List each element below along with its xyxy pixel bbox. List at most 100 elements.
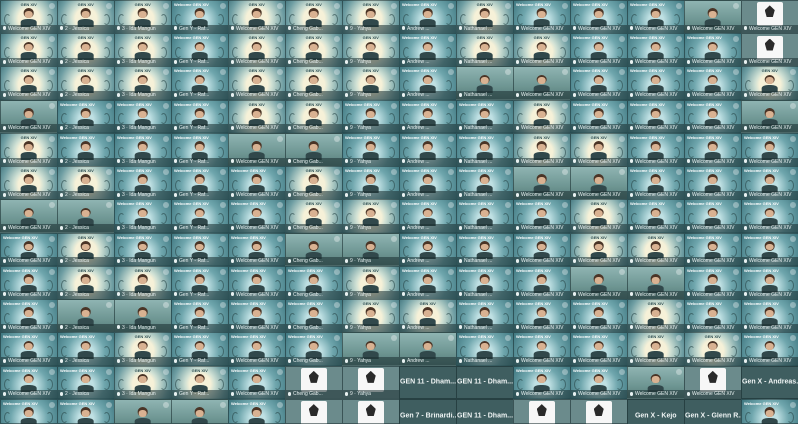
more-options-icon[interactable] (390, 169, 397, 176)
more-options-icon[interactable] (504, 169, 511, 176)
participant-tile[interactable]: GEN XIV Welcome GEN XIV (627, 299, 685, 333)
participant-tile[interactable]: Welcome GEN XIV (228, 132, 286, 167)
participant-tile[interactable]: Welcome GEN XIV (570, 398, 628, 424)
participant-tile[interactable]: Welcome GEN XIVWelcome GEN XIV (627, 166, 685, 200)
participant-tile[interactable]: GEN XIV Welcome GEN XIV (0, 33, 58, 67)
more-options-icon[interactable] (618, 69, 625, 76)
participant-tile[interactable]: Welcome GEN XIVWelcome GEN XIV (627, 33, 685, 67)
participant-tile[interactable]: Welcome GEN XIV (684, 0, 742, 34)
more-options-icon[interactable] (789, 401, 796, 408)
more-options-icon[interactable] (390, 268, 397, 275)
more-options-icon[interactable] (390, 102, 397, 109)
participant-tile[interactable]: Gen X - Kejo (627, 398, 685, 424)
more-options-icon[interactable] (105, 401, 112, 408)
participant-tile[interactable]: Welcome GEN XIV (741, 33, 798, 67)
participant-tile[interactable]: Welcome GEN XIV Andrew ... (399, 132, 457, 167)
more-options-icon[interactable] (789, 135, 796, 142)
participant-tile[interactable]: Welcome GEN XIVWelcome GEN XIV (627, 99, 685, 134)
more-options-icon[interactable] (732, 268, 739, 275)
more-options-icon[interactable] (789, 235, 796, 242)
participant-tile[interactable]: GEN XIV Cheng Gab... (285, 66, 343, 101)
participant-tile[interactable]: Welcome GEN XIVWelcome GEN XIV (627, 199, 685, 234)
participant-tile[interactable]: Welcome GEN XIV (513, 166, 571, 200)
participant-tile[interactable]: Welcome GEN XIVWelcome GEN XIV (228, 365, 286, 400)
participant-tile[interactable]: GEN XIV Welcome GEN XIV (627, 332, 685, 367)
participant-tile[interactable]: GEN XIV Andrew ... (399, 299, 457, 333)
participant-tile[interactable]: Welcome GEN XIVWelcome GEN XIV (513, 232, 571, 267)
participant-tile[interactable]: Welcome GEN XIV (513, 66, 571, 101)
more-options-icon[interactable] (504, 335, 511, 342)
more-options-icon[interactable] (162, 268, 169, 275)
participant-tile[interactable]: GEN XIV Cheng Gab... (285, 33, 343, 67)
more-options-icon[interactable] (276, 202, 283, 209)
participant-tile[interactable]: Gen Y - Raf... (171, 398, 229, 424)
more-options-icon[interactable] (219, 268, 226, 275)
participant-tile[interactable]: Welcome GEN XIV Andrew ... (399, 0, 457, 34)
participant-tile[interactable]: Cheng Gab... (285, 132, 343, 167)
more-options-icon[interactable] (276, 335, 283, 342)
more-options-icon[interactable] (105, 235, 112, 242)
more-options-icon[interactable] (504, 3, 511, 9)
more-options-icon[interactable] (276, 135, 283, 142)
more-options-icon[interactable] (219, 368, 226, 375)
more-options-icon[interactable] (789, 202, 796, 209)
more-options-icon[interactable] (618, 169, 625, 176)
participant-tile[interactable]: Welcome GEN XIV Nathanael ... (456, 166, 514, 200)
participant-tile[interactable]: Andrew ... (399, 332, 457, 367)
more-options-icon[interactable] (618, 235, 625, 242)
more-options-icon[interactable] (732, 36, 739, 43)
participant-tile[interactable]: GEN XIV Cheng Gab... (285, 199, 343, 234)
participant-tile[interactable]: Cheng Gab... (285, 365, 343, 400)
more-options-icon[interactable] (504, 302, 511, 309)
participant-tile[interactable]: Welcome GEN XIV (570, 166, 628, 200)
participant-tile[interactable]: Welcome GEN XIVWelcome GEN XIV (684, 66, 742, 101)
more-options-icon[interactable] (675, 36, 682, 43)
participant-tile[interactable]: GEN XIV Nathanael ... (456, 33, 514, 67)
more-options-icon[interactable] (447, 302, 454, 309)
participant-tile[interactable]: Welcome GEN XIV Cheng Gab... (285, 299, 343, 333)
more-options-icon[interactable] (732, 202, 739, 209)
more-options-icon[interactable] (561, 102, 568, 109)
participant-tile[interactable]: Welcome GEN XIV Andrew ... (399, 33, 457, 67)
participant-tile[interactable]: Welcome GEN XIVWelcome GEN XIV (741, 166, 798, 200)
participant-tile[interactable]: GEN XIV Welcome GEN XIV (684, 332, 742, 367)
more-options-icon[interactable] (675, 335, 682, 342)
participant-tile[interactable]: Welcome GEN XIV Cheng Gab... (285, 265, 343, 300)
more-options-icon[interactable] (48, 335, 55, 342)
participant-tile[interactable]: Welcome GEN XIVWelcome GEN XIV (0, 232, 58, 267)
more-options-icon[interactable] (48, 302, 55, 309)
more-options-icon[interactable] (447, 202, 454, 209)
participant-tile[interactable]: Welcome GEN XIVWelcome GEN XIV (0, 398, 58, 424)
participant-tile[interactable]: Welcome GEN XIVWelcome GEN XIV (627, 132, 685, 167)
more-options-icon[interactable] (504, 69, 511, 76)
participant-tile[interactable]: Gen 7 - Brinardi... (399, 398, 457, 424)
more-options-icon[interactable] (561, 3, 568, 9)
participant-tile[interactable]: Welcome GEN XIVWelcome GEN XIV (741, 299, 798, 333)
more-options-icon[interactable] (618, 335, 625, 342)
participant-tile[interactable]: GEN XIV 2 · Jessica (57, 265, 115, 300)
more-options-icon[interactable] (333, 302, 340, 309)
more-options-icon[interactable] (390, 302, 397, 309)
participant-tile[interactable]: Welcome GEN XIV 2 · Jessica (57, 132, 115, 167)
more-options-icon[interactable] (390, 69, 397, 76)
more-options-icon[interactable] (732, 69, 739, 76)
participant-tile[interactable]: GEN XIV 3 · Ida Mangun (114, 265, 172, 300)
participant-tile[interactable]: GEN XIV 2 · Jessica (57, 66, 115, 101)
more-options-icon[interactable] (618, 135, 625, 142)
more-options-icon[interactable] (447, 36, 454, 43)
participant-tile[interactable]: Welcome GEN XIV (741, 99, 798, 134)
more-options-icon[interactable] (48, 36, 55, 43)
more-options-icon[interactable] (162, 368, 169, 375)
participant-tile[interactable]: Welcome GEN XIV 3 · Ida Mangun (114, 132, 172, 167)
participant-tile[interactable]: Welcome GEN XIV Andrew ... (399, 99, 457, 134)
participant-tile[interactable]: GEN XIV 3 · Ida Mangun (114, 33, 172, 67)
participant-tile[interactable]: Welcome GEN XIV Nathanael ... (456, 232, 514, 267)
participant-tile[interactable]: GEN XIV Welcome GEN XIV (627, 232, 685, 267)
participant-tile[interactable]: Welcome GEN XIV Gen Y - Raf... (171, 232, 229, 267)
participant-tile[interactable]: GEN XIV 9 · Yahya (342, 0, 400, 34)
participant-tile[interactable]: Welcome GEN XIVWelcome GEN XIV (570, 33, 628, 67)
participant-tile[interactable]: 9 · Yahya (342, 365, 400, 400)
participant-tile[interactable]: Welcome GEN XIV Gen Y - Raf... (171, 265, 229, 300)
more-options-icon[interactable] (390, 335, 397, 342)
more-options-icon[interactable] (504, 268, 511, 275)
